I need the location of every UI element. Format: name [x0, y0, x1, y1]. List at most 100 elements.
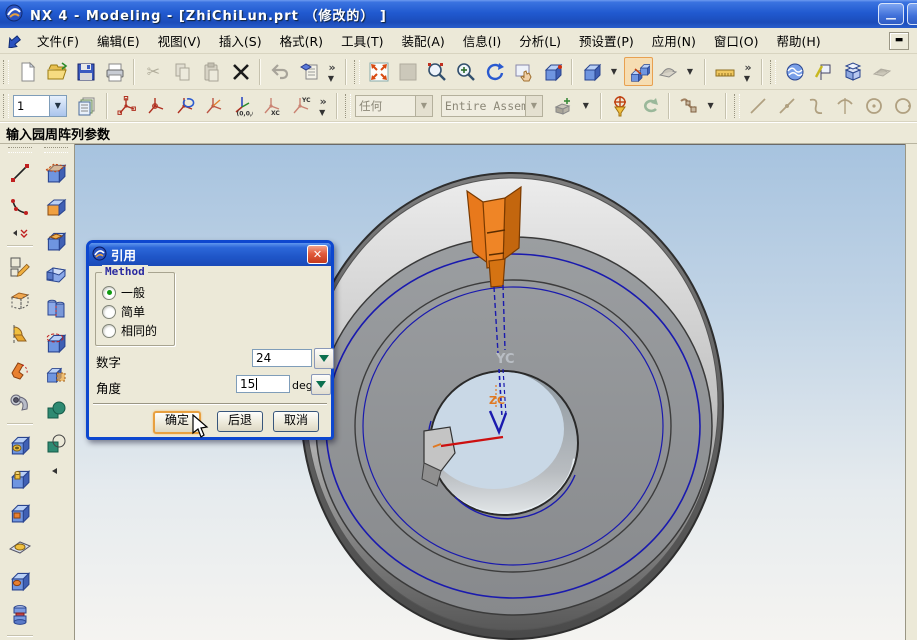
maximize-button[interactable] [907, 3, 917, 25]
pocket-icon[interactable] [4, 497, 36, 529]
menu-view[interactable]: 视图(V) [149, 28, 210, 53]
unite-icon[interactable] [40, 395, 72, 427]
rendering-style-icon[interactable] [653, 57, 682, 86]
radio-icon[interactable] [102, 305, 116, 319]
step-icon[interactable] [40, 259, 72, 291]
radio-selected-icon[interactable] [102, 286, 116, 300]
menu-assemblies[interactable]: 装配(A) [392, 28, 453, 53]
chain-curves-dropdown[interactable]: ▼ [703, 91, 721, 120]
number-input[interactable]: 24 [252, 349, 312, 367]
method-option-identical[interactable]: 相同的 [102, 322, 157, 339]
revolve-icon[interactable] [4, 319, 36, 351]
save-icon[interactable] [71, 57, 100, 86]
menu-help[interactable]: 帮助(H) [767, 28, 829, 53]
menu-preferences[interactable]: 预设置(P) [570, 28, 643, 53]
emboss-icon[interactable] [4, 531, 36, 563]
menu-file[interactable]: 文件(F) [28, 28, 88, 53]
pad-icon[interactable] [40, 225, 72, 257]
through-hole-icon[interactable] [4, 565, 36, 597]
measure-expand-chevron[interactable]: »▼ [739, 57, 757, 86]
wcs-orient-icon[interactable] [199, 91, 228, 120]
wcs-origin-icon[interactable] [141, 91, 170, 120]
groove-icon[interactable] [4, 599, 36, 631]
menu-edit[interactable]: 编辑(E) [88, 28, 149, 53]
subtract-icon[interactable] [40, 429, 72, 461]
dialog-title-bar[interactable]: 引用 ✕ [89, 243, 331, 266]
snap-point-icon[interactable] [606, 91, 635, 120]
measure-icon[interactable] [710, 57, 739, 86]
method-option-general[interactable]: 一般 [102, 284, 145, 301]
hole-icon[interactable] [4, 429, 36, 461]
dialog-close-button[interactable]: ✕ [307, 245, 328, 264]
sweep-icon[interactable] [4, 353, 36, 385]
delete-icon[interactable] [226, 57, 255, 86]
wcs-yc-label: YC [301, 97, 311, 104]
extrude-icon[interactable] [4, 285, 36, 317]
menu-tools[interactable]: 工具(T) [332, 28, 392, 53]
rotate-view-icon[interactable] [480, 57, 509, 86]
view-history-icon[interactable] [294, 57, 323, 86]
rib-icon[interactable] [40, 293, 72, 325]
snap-view-icon[interactable] [624, 57, 653, 86]
layer-combo-arrow[interactable]: ▼ [49, 96, 66, 116]
toolbar-collapse-controls[interactable] [4, 225, 36, 241]
wcs-expand-chevron[interactable]: »▼ [314, 91, 332, 120]
line-icon[interactable] [4, 157, 36, 189]
sketch-icon[interactable] [4, 251, 36, 283]
boss-icon[interactable] [4, 463, 36, 495]
paste-icon [197, 57, 226, 86]
ok-button[interactable]: 确定 [153, 411, 201, 434]
menu-insert[interactable]: 插入(S) [210, 28, 271, 53]
new-icon[interactable] [13, 57, 42, 86]
block-icon[interactable] [40, 191, 72, 223]
wcs-dynamics-icon[interactable] [112, 91, 141, 120]
title-bar: NX 4 - Modeling - [ZhiChiLun.prt （修改的） ]… [0, 0, 917, 28]
radio-icon[interactable] [102, 324, 116, 338]
zoom-in-out-icon[interactable] [451, 57, 480, 86]
toolbar-expand-chevron[interactable]: »▼ [323, 57, 341, 86]
method-option-simple[interactable]: 简单 [102, 303, 145, 320]
wcs-display-xc-icon[interactable]: XC [256, 91, 285, 120]
layer-combobox[interactable]: 1 ▼ [13, 95, 67, 117]
wcs-set-origin-icon[interactable]: (0,0,0) [227, 91, 256, 120]
wcs-rotate-icon[interactable] [170, 91, 199, 120]
wcs-display-yc-icon[interactable]: YC [285, 91, 314, 120]
menu-window[interactable]: 窗口(O) [705, 28, 768, 53]
angle-input[interactable]: 15 [236, 375, 290, 393]
form-feature-toolbar-column [38, 144, 74, 480]
dialog-body: Method 一般 简单 相同的 数字 24 角度 [89, 266, 331, 437]
perspective-icon[interactable] [538, 57, 567, 86]
trim-body-icon[interactable] [40, 327, 72, 359]
face-analysis-icon[interactable] [780, 57, 809, 86]
rendering-style-dropdown[interactable]: ▼ [682, 57, 700, 86]
pan-icon[interactable] [509, 57, 538, 86]
print-icon[interactable] [100, 57, 129, 86]
split-body-icon[interactable] [40, 361, 72, 393]
layer-settings-icon[interactable] [73, 91, 102, 120]
open-icon[interactable] [42, 57, 71, 86]
column-collapse-arrow[interactable] [40, 463, 72, 479]
curve-analysis-icon[interactable] [809, 57, 838, 86]
number-options-button[interactable] [314, 348, 334, 369]
dialog-title: 引用 [111, 245, 307, 264]
menu-format[interactable]: 格式(R) [271, 28, 332, 53]
section-view-icon[interactable] [838, 57, 867, 86]
datum-plane-icon[interactable] [40, 157, 72, 189]
orient-view-icon[interactable] [577, 57, 606, 86]
menu-application[interactable]: 应用(N) [643, 28, 705, 53]
fit-view-icon[interactable] [364, 57, 393, 86]
arc-icon[interactable] [4, 191, 36, 223]
orient-view-dropdown[interactable]: ▼ [606, 57, 624, 86]
general-selection-dropdown[interactable]: ▼ [578, 91, 596, 120]
back-button[interactable]: 后退 [217, 411, 263, 432]
menu-analysis[interactable]: 分析(L) [510, 28, 570, 53]
tube-icon[interactable] [4, 387, 36, 419]
zoom-icon[interactable] [422, 57, 451, 86]
mdi-minimize-button[interactable]: ▬ [889, 32, 909, 50]
angle-options-button[interactable] [311, 374, 331, 395]
minimize-button[interactable]: — [878, 3, 904, 25]
menu-information[interactable]: 信息(I) [454, 28, 510, 53]
cancel-button[interactable]: 取消 [273, 411, 319, 432]
chain-curves-icon[interactable] [674, 91, 703, 120]
general-selection-icon[interactable] [549, 91, 578, 120]
